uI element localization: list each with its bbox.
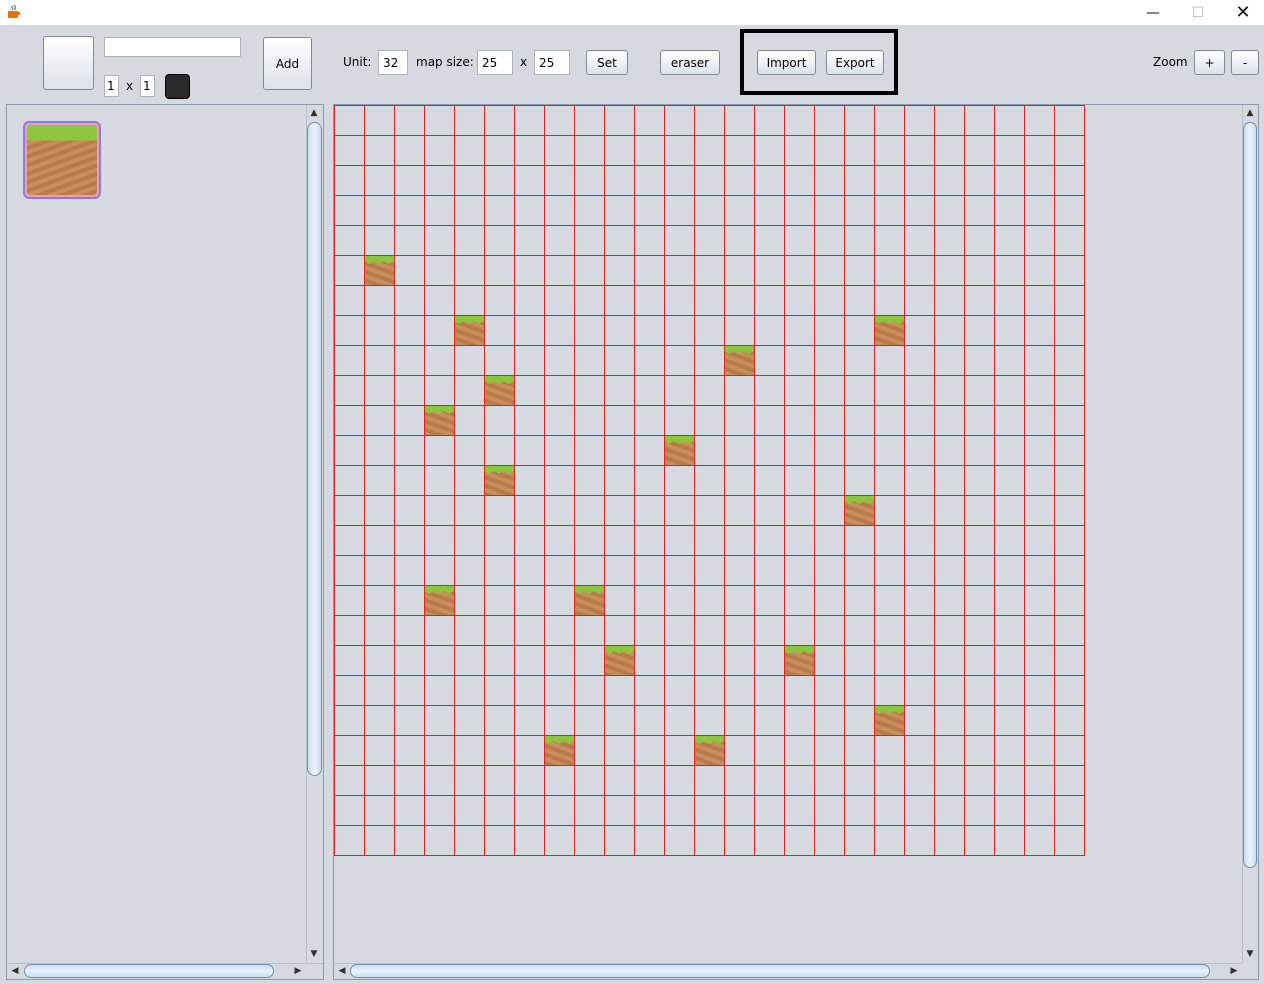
palette-scroll-right-icon[interactable]: ▶ <box>292 965 304 977</box>
map-size-label: map size: <box>416 55 474 69</box>
map-scroll-down-icon[interactable]: ▼ <box>1244 948 1256 960</box>
placed-grass-tile[interactable] <box>694 735 724 765</box>
placed-grass-tile[interactable] <box>424 585 454 615</box>
placed-grass-tile[interactable] <box>724 345 754 375</box>
eraser-button[interactable]: eraser <box>660 50 720 75</box>
placed-grass-tile[interactable] <box>874 705 904 735</box>
map-horizontal-scroll-thumb[interactable] <box>350 964 1210 978</box>
palette-scroll-down-icon[interactable]: ▼ <box>308 948 320 960</box>
export-button[interactable]: Export <box>826 50 884 75</box>
placed-grass-tile[interactable] <box>544 735 574 765</box>
unit-label: Unit: <box>343 55 372 69</box>
map-height-field[interactable]: 25 <box>534 50 570 75</box>
placed-grass-tile[interactable] <box>424 405 454 435</box>
tile-size-separator: x <box>126 79 134 93</box>
tile-name-field[interactable] <box>104 37 241 57</box>
zoom-out-button[interactable]: - <box>1231 50 1259 75</box>
map-scroll-left-icon[interactable]: ◀ <box>336 965 348 977</box>
zoom-in-button[interactable]: + <box>1194 50 1225 75</box>
placed-grass-tile[interactable] <box>874 315 904 345</box>
tile-color-swatch[interactable] <box>165 74 190 99</box>
map-width-field[interactable]: 25 <box>477 50 513 75</box>
map-scroll-right-icon[interactable]: ▶ <box>1228 965 1240 977</box>
placed-grass-tile[interactable] <box>454 315 484 345</box>
placed-grass-tile[interactable] <box>784 645 814 675</box>
placed-grass-tile[interactable] <box>844 495 874 525</box>
placed-grass-tile[interactable] <box>604 645 634 675</box>
placed-grass-tile[interactable] <box>364 255 394 285</box>
maximize-button[interactable]: ☐ <box>1175 0 1221 25</box>
placed-grass-tile[interactable] <box>664 435 694 465</box>
placed-grass-tile[interactable] <box>484 375 514 405</box>
placed-grass-tile[interactable] <box>574 585 604 615</box>
palette-scroll-up-icon[interactable]: ▲ <box>308 107 320 119</box>
java-icon <box>8 4 20 18</box>
palette-horizontal-scroll-thumb[interactable] <box>24 964 274 978</box>
palette-vertical-scroll-thumb[interactable] <box>307 122 322 776</box>
tile-palette-panel <box>6 104 324 980</box>
map-scroll-up-icon[interactable]: ▲ <box>1244 107 1256 119</box>
map-vertical-scroll-thumb[interactable] <box>1243 122 1257 868</box>
palette-scroll-left-icon[interactable]: ◀ <box>9 965 21 977</box>
add-button[interactable]: Add <box>263 37 312 90</box>
tile-image-button[interactable] <box>43 36 94 90</box>
map-grid[interactable] <box>334 105 1086 857</box>
title-bar <box>0 0 1264 25</box>
tile-height-field[interactable]: 1 <box>140 75 155 97</box>
set-button[interactable]: Set <box>586 50 628 75</box>
unit-field[interactable]: 32 <box>378 50 408 75</box>
minimize-button[interactable]: — <box>1130 0 1176 25</box>
tile-width-field[interactable]: 1 <box>104 75 119 97</box>
grass-tile-icon <box>27 125 97 195</box>
palette-tile-grass[interactable] <box>23 121 101 199</box>
placed-grass-tile[interactable] <box>484 465 514 495</box>
map-size-separator: x <box>520 55 528 69</box>
zoom-label: Zoom <box>1153 55 1188 69</box>
close-button[interactable]: ✕ <box>1220 0 1264 25</box>
import-button[interactable]: Import <box>757 50 816 75</box>
